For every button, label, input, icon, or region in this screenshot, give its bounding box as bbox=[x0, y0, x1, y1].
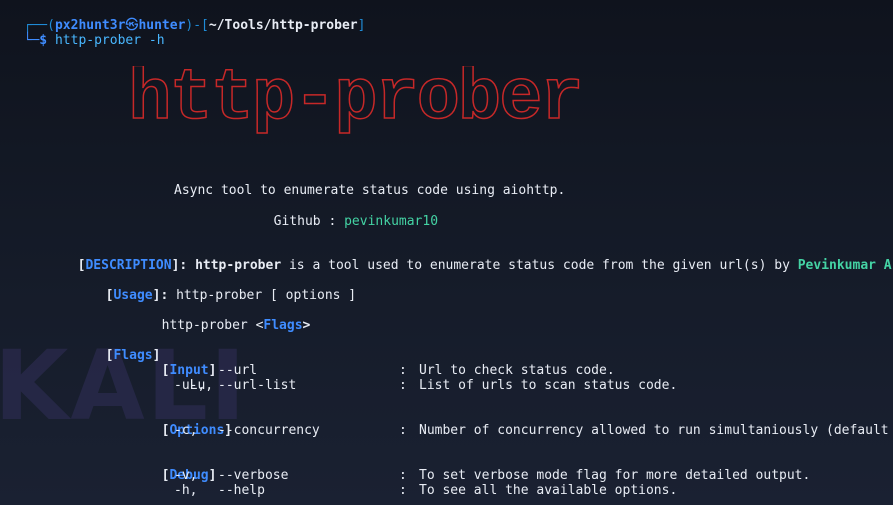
flag-verbose-long: --verbose bbox=[218, 468, 289, 483]
usage-tag: Usage bbox=[113, 288, 153, 303]
flag-url-list-short: -uL, bbox=[174, 378, 206, 393]
prompt-path: ~/Tools/http-prober bbox=[208, 18, 358, 33]
flag-help-colon: : bbox=[399, 483, 407, 498]
prompt-end: ] bbox=[357, 18, 366, 33]
flag-help-short: -h, bbox=[174, 483, 198, 498]
usage-line: [Usage]: http-prober [ options ] bbox=[90, 273, 356, 303]
flag-url-desc: Url to check status code. bbox=[419, 363, 615, 378]
flag-help-long: --help bbox=[218, 483, 265, 498]
usage-cmd: http-prober < bbox=[161, 318, 264, 333]
usage-close: ]: bbox=[152, 288, 177, 303]
flag-verbose-short: -v, bbox=[174, 468, 198, 483]
usage-text: http-prober [ options ] bbox=[176, 288, 357, 303]
flag-url-colon: : bbox=[399, 363, 407, 378]
flag-concurrency-long: --concurrency bbox=[218, 423, 320, 438]
flag-concurrency-colon: : bbox=[399, 423, 407, 438]
flag-concurrency-desc: Number of concurrency allowed to run sim… bbox=[419, 423, 889, 438]
usage-flags-tag: Flags bbox=[263, 318, 303, 333]
flag-verbose-colon: : bbox=[399, 468, 407, 483]
prompt-line-2: └─$ http-prober -h bbox=[8, 18, 165, 48]
flag-verbose-desc: To set verbose mode flag for more detail… bbox=[419, 468, 811, 483]
command-text: http-prober -h bbox=[54, 33, 165, 48]
usage-line-2: http-prober <Flags> bbox=[146, 303, 311, 333]
flag-url-long: --url bbox=[218, 363, 258, 378]
description-tool: http-prober bbox=[195, 258, 282, 273]
description-text: is a tool used to enumerate status code … bbox=[281, 258, 798, 273]
usage-cmd-end: > bbox=[302, 318, 311, 333]
github-label: Github bbox=[273, 214, 321, 229]
description-line: [DESCRIPTION]: http-prober is a tool use… bbox=[62, 243, 893, 273]
flag-url-list-long: --url-list bbox=[218, 378, 297, 393]
github-value: pevinkumar10 bbox=[344, 214, 439, 229]
prompt-mid: )-[ bbox=[185, 18, 209, 33]
flag-url-list-desc: List of urls to scan status code. bbox=[419, 378, 678, 393]
flag-url-list-colon: : bbox=[399, 378, 407, 393]
description-close: ]: bbox=[171, 258, 196, 273]
ascii-banner: http-prober bbox=[128, 66, 585, 141]
github-separator: : bbox=[328, 214, 337, 229]
tagline: Async tool to enumerate status code usin… bbox=[174, 183, 566, 198]
banner-text: http-prober bbox=[128, 66, 581, 140]
flag-help-desc: To see all the available options. bbox=[419, 483, 678, 498]
description-tag: DESCRIPTION bbox=[85, 258, 172, 273]
github-line: Github : pevinkumar10 bbox=[258, 199, 438, 229]
prompt-symbol: └─$ bbox=[23, 33, 48, 48]
description-author: Pevinkumar A bbox=[797, 258, 892, 273]
flag-concurrency-short: -c, bbox=[174, 423, 198, 438]
